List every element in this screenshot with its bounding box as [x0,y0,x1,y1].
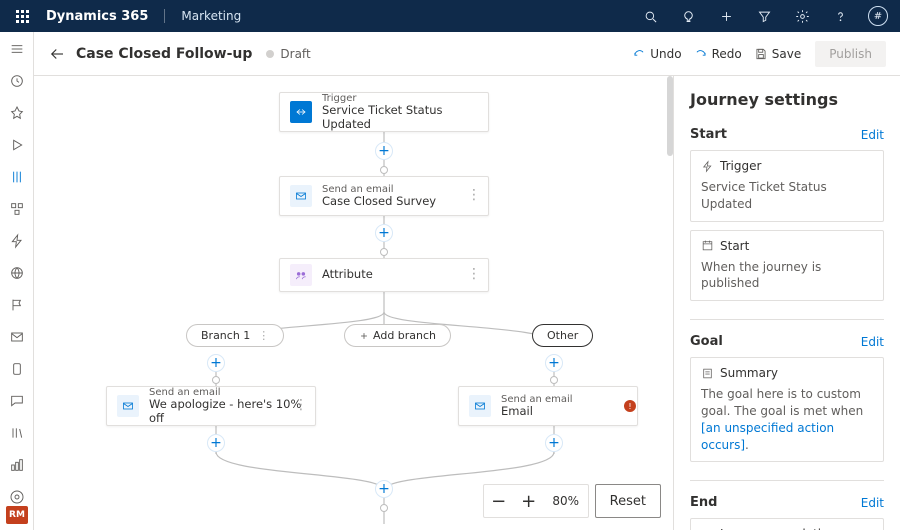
add-node-button[interactable]: + [375,480,393,498]
card-desc: When the journey is published [701,259,873,293]
section-heading-end: End [690,495,717,510]
module-label: Marketing [181,9,241,23]
branch-pill-other[interactable]: Other [532,324,593,347]
help-icon[interactable] [826,2,854,30]
rail-library-icon[interactable] [6,422,28,444]
rail-mail-icon[interactable] [6,326,28,348]
zoom-out-button[interactable]: − [484,491,514,512]
card-trigger: Trigger Service Ticket Status Updated [690,150,884,222]
status-badge: Draft [266,47,310,61]
branch-pill-branch1[interactable]: Branch 1⋮ [186,324,284,347]
zoom-toolbar: − + 80% Reset [483,484,661,518]
edit-start-link[interactable]: Edit [861,128,884,142]
node-menu-icon[interactable]: ⋮ [467,272,482,278]
rail-play-icon[interactable] [6,134,28,156]
error-badge-icon[interactable]: ! [624,400,636,412]
rail-globe-icon[interactable] [6,262,28,284]
flow-node-email-generic[interactable]: Send an emailEmail [458,386,638,426]
journey-canvas[interactable]: TriggerService Ticket Status Updated + S… [34,76,674,530]
add-node-button[interactable]: + [207,354,225,372]
card-start: Start When the journey is published [690,230,884,302]
card-completion: Journey completion When all steps are co… [690,518,884,530]
section-heading-start: Start [690,127,727,142]
journey-settings-panel: Journey settings Start Edit Trigger Servi… [674,76,900,530]
sidebar: RM [0,32,34,530]
add-node-button[interactable]: + [545,354,563,372]
filter-icon[interactable] [750,2,778,30]
add-node-button[interactable]: + [207,434,225,452]
settings-icon[interactable] [788,2,816,30]
flow-node-email-survey[interactable]: Send an emailCase Closed Survey ⋮ [279,176,489,216]
page-header: Case Closed Follow-up Draft Undo Redo Sa… [34,32,900,76]
connector-knob [550,376,558,384]
flow-node-email-apology[interactable]: Send an emailWe apologize - here's 10% o… [106,386,316,426]
lightbulb-icon[interactable] [674,2,702,30]
section-divider [690,319,884,320]
rail-menu-icon[interactable] [6,38,28,60]
node-menu-icon[interactable]: ⋮ [467,193,482,199]
rail-journey-icon[interactable] [6,166,28,188]
add-node-button[interactable]: + [375,224,393,242]
panel-title: Journey settings [690,90,884,109]
rail-org-icon[interactable] [6,198,28,220]
connector-knob [380,504,388,512]
rail-insights-icon[interactable] [6,454,28,476]
zoom-in-button[interactable]: + [514,491,544,512]
back-button[interactable] [44,41,70,67]
rail-device-icon[interactable] [6,358,28,380]
rail-badge[interactable]: RM [6,506,28,524]
rail-pin-icon[interactable] [6,102,28,124]
card-heading: Start [720,239,749,253]
publish-button[interactable]: Publish [815,41,886,67]
card-heading: Summary [720,366,778,380]
mail-icon [290,185,312,207]
user-avatar[interactable]: # [864,2,892,30]
card-summary: Summary The goal here is to custom goal.… [690,357,884,462]
add-icon[interactable] [712,2,740,30]
rail-settings2-icon[interactable] [6,486,28,508]
global-nav: Dynamics 365 Marketing # [0,0,900,32]
flow-node-attribute[interactable]: Attribute ⋮ [279,258,489,292]
brand-label: Dynamics 365 [46,9,148,24]
zoom-reset-button[interactable]: Reset [595,484,661,518]
rail-recent-icon[interactable] [6,70,28,92]
connector-knob [380,166,388,174]
search-icon[interactable] [636,2,664,30]
connector-knob [380,248,388,256]
redo-button[interactable]: Redo [688,43,748,65]
rail-chat-icon[interactable] [6,390,28,412]
connector-knob [212,376,220,384]
node-menu-icon[interactable]: ⋮ [294,403,309,409]
add-node-button[interactable]: + [545,434,563,452]
rail-bolt-icon[interactable] [6,230,28,252]
undo-button[interactable]: Undo [626,43,687,65]
card-heading: Trigger [720,159,761,173]
edit-goal-link[interactable]: Edit [861,335,884,349]
zoom-level: 80% [544,494,588,508]
edit-end-link[interactable]: Edit [861,496,884,510]
attribute-icon [290,264,312,286]
add-node-button[interactable]: + [375,142,393,160]
section-heading-goal: Goal [690,334,723,349]
trigger-icon [290,101,312,123]
section-divider [690,480,884,481]
page-title: Case Closed Follow-up [76,46,252,62]
rail-flag-icon[interactable] [6,294,28,316]
card-desc: Service Ticket Status Updated [701,179,873,213]
card-desc: The goal here is to custom goal. The goa… [701,386,873,453]
app-launcher-icon[interactable] [8,2,36,30]
mail-icon [469,395,491,417]
mail-icon [117,395,139,417]
flow-node-trigger[interactable]: TriggerService Ticket Status Updated [279,92,489,132]
brand-divider [164,9,165,23]
add-branch-button[interactable]: Add branch [344,324,451,347]
save-button[interactable]: Save [748,43,807,65]
